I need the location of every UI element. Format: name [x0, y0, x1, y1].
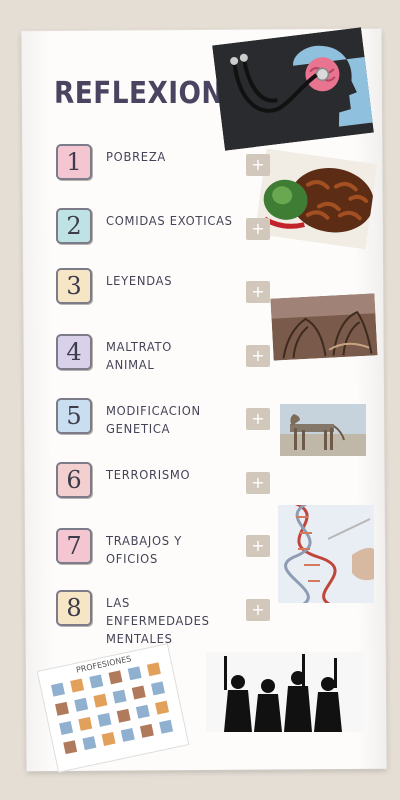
- fried-insects-photo: [254, 148, 378, 250]
- thin-dog-photo: [280, 404, 366, 456]
- item-label-1: POBREZA: [106, 149, 167, 164]
- page-title: REFLEXION: [54, 76, 224, 111]
- item-label-2: COMIDAS EXOTICAS: [106, 213, 233, 228]
- item-label-6: TERRORISMO: [106, 467, 191, 482]
- number-badge-4: 4: [56, 334, 92, 370]
- number-badge-1: 1: [56, 144, 92, 180]
- expand-button-8[interactable]: +: [246, 599, 270, 621]
- brain-stethoscope-photo: [212, 27, 374, 151]
- expand-button-3[interactable]: +: [246, 281, 270, 303]
- armed-silhouettes-photo: [206, 652, 364, 732]
- item-label-8: LAS ENFERMEDADES MENTALES: [106, 595, 210, 646]
- number-badge-6: 6: [56, 462, 92, 498]
- item-label-5: MODIFICACION GENETICA: [106, 403, 201, 436]
- expand-button-5[interactable]: +: [246, 408, 270, 430]
- number-badge-7: 7: [56, 528, 92, 564]
- item-label-4: MALTRATO ANIMAL: [106, 339, 173, 372]
- item-label-7: TRABAJOS Y OFICIOS: [106, 533, 182, 566]
- item-label-3: LEYENDAS: [106, 273, 173, 288]
- expand-button-4[interactable]: +: [246, 345, 270, 367]
- number-badge-3: 3: [56, 268, 92, 304]
- expand-button-6[interactable]: +: [246, 472, 270, 494]
- expand-button-1[interactable]: +: [246, 154, 270, 176]
- number-badge-8: 8: [56, 590, 92, 626]
- number-badge-5: 5: [56, 398, 92, 434]
- dna-photo: [278, 505, 374, 603]
- roots-creature-photo: [270, 293, 378, 361]
- expand-button-7[interactable]: +: [246, 535, 270, 557]
- expand-button-2[interactable]: +: [246, 218, 270, 240]
- number-badge-2: 2: [56, 208, 92, 244]
